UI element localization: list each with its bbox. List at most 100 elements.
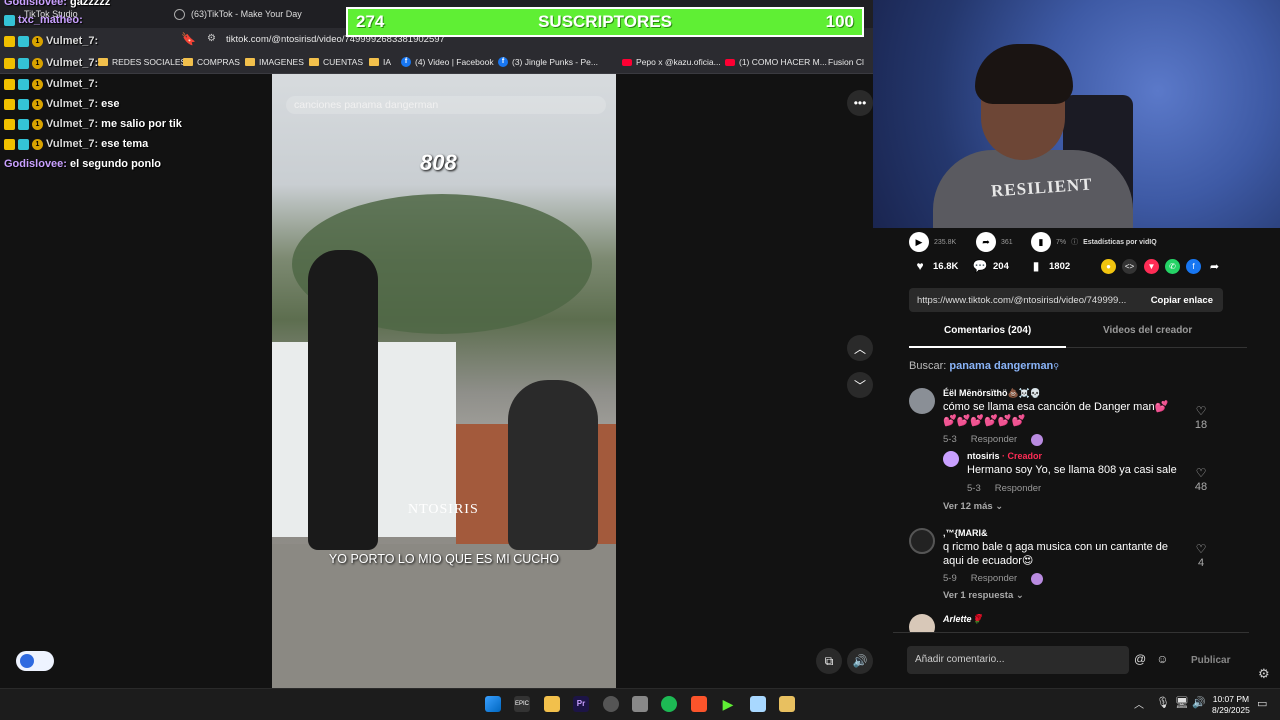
bookmark-cuentas[interactable]: CUENTAS [309,57,363,67]
comment-author[interactable]: Éël Mēnörsïthö💩☠️💀 [943,388,1041,399]
notepad-icon[interactable] [750,696,766,712]
heart-icon: ♥ [916,259,924,273]
avatar[interactable] [909,528,935,554]
whatsapp-icon[interactable]: ✆ [1165,259,1180,274]
more-options-button[interactable]: ••• [847,90,873,116]
comment-author[interactable]: ntosiris · Creador [967,451,1042,461]
extension-toggle[interactable] [16,651,54,671]
avatar[interactable] [909,614,935,632]
video-person-sitting [508,380,598,550]
site-info-icon[interactable]: ⚙ [207,33,216,44]
like-button[interactable]: ♥ 16.8K [913,259,958,273]
coin-icon[interactable]: ● [1101,259,1116,274]
comment-author[interactable]: ,™{MARI& [943,528,988,538]
volume-icon[interactable]: 🔊 [1192,696,1206,709]
file-explorer-icon[interactable] [544,696,560,712]
obs-icon[interactable] [603,696,619,712]
publish-button[interactable]: Publicar [1191,655,1230,666]
avatar[interactable] [943,451,959,467]
chat-message: 1 Vulmet_7: [4,32,98,50]
mention-icon[interactable]: @ [1134,652,1146,666]
emoji-icon[interactable]: ☺ [1156,652,1168,666]
bookmark-pepo[interactable]: Pepo x @kazu.oficia... [622,57,721,67]
chat-message: Godislovee: el segundo ponlo [4,158,162,170]
facebook-share-icon[interactable]: f [1186,259,1201,274]
bookmark-imagenes[interactable]: IMAGENES [245,57,304,67]
previous-video-button[interactable]: ︿ [847,335,873,361]
video-link[interactable]: https://www.tiktok.com/@ntosirisd/video/… [917,295,1126,306]
chart-icon[interactable]: ▮ [1031,232,1051,252]
bookmark-fusion[interactable]: Fusion Cl [828,57,864,67]
video-details-panel: ▶ 235.8K ➦ 361 ▮ 7% ⓘ Estadísticas por vidIQ … [893,228,1249,632]
avatar[interactable] [909,388,935,414]
comment-like-button[interactable]: ♡ [1189,542,1213,556]
webcam-overlay: RESILIENT [873,0,1280,228]
comment-like-button[interactable]: ♡ [1189,404,1213,418]
comment-meta: 5-3 Responder [943,434,1044,446]
next-video-button[interactable]: ﹀ [847,372,873,398]
youtube-icon [622,58,632,66]
badge-icon [18,57,29,69]
bookmark-compras[interactable]: COMPRAS [183,57,240,67]
save-button[interactable]: ▮ 1802 [1029,259,1070,273]
comment-bar-divider [893,632,1249,633]
app-icon[interactable] [779,696,795,712]
badge-icon [4,14,15,26]
play-icon[interactable]: ▶ [909,232,929,252]
subscriber-count: 274 [356,12,385,31]
embed-icon[interactable]: <> [1122,259,1137,274]
premiere-icon[interactable]: Pr [573,696,589,712]
spotify-icon[interactable] [661,696,677,712]
bookmark-ia[interactable]: IA [369,57,391,67]
bookmark-facebook-video[interactable]: f (4) Video | Facebook [401,57,494,67]
comment-input[interactable]: Añadir comentario... [907,646,1129,674]
clock[interactable]: 10:07 PM 8/29/2025 [1212,694,1250,716]
view-replies[interactable]: Ver 1 respuesta ⌄ [943,590,1024,601]
share-arrow-icon[interactable]: ➦ [976,232,996,252]
send-icon[interactable]: ▼ [1144,259,1159,274]
chevron-up-icon[interactable]: ︿ [1134,696,1144,711]
level-badge-icon: 1 [32,118,43,130]
media-player-icon[interactable]: ▶ [720,696,736,712]
bookmark-redes-sociales[interactable]: REDES SOCIALES [98,57,186,67]
microphone-icon[interactable]: 🎙 [1156,696,1170,709]
crown-badge-icon [4,35,15,47]
volume-button[interactable]: 🔊 [847,648,873,674]
bookmark-icon[interactable]: 🔖 [181,32,196,46]
windows-start-icon[interactable] [485,696,501,712]
comment-author[interactable]: Arlette🌹 [943,614,983,625]
settings-gear-icon[interactable]: ⚙ [1258,666,1270,682]
comments-button[interactable]: 💬 204 [973,259,1009,273]
copy-link-button[interactable]: Copiar enlace [1151,295,1213,306]
creator-badge: · Creador [1002,451,1043,461]
comment-like-button[interactable]: ♡ [1189,466,1213,480]
video-search-suggestion[interactable]: canciones panama dangerman [286,96,606,114]
epic-games-icon[interactable]: EPIC [514,696,530,712]
bookmark-jingle-punks[interactable]: f (3) Jingle Punks - Pe... [498,57,598,67]
search-suggestion[interactable]: Buscar: panama dangerman⚲ [909,360,1059,372]
video-player[interactable]: canciones panama dangerman 808 NTOSIRIS … [272,74,616,688]
comment-input-tools: @ ☺ [1134,652,1168,666]
tab-tiktok[interactable]: (63)TikTok - Make Your Day [174,4,302,24]
comment-item: Éël Mēnörsïthö💩☠️💀 cómo se llama esa can… [909,388,1239,448]
picture-in-picture-button[interactable]: ⧉ [816,648,842,674]
network-icon[interactable]: 🖥 [1175,696,1189,709]
notification-icon[interactable]: ▭ [1257,697,1267,710]
folder-icon [183,58,193,66]
reply-button[interactable]: Responder [995,483,1041,494]
reply-item: ntosiris · Creador Hermano soy Yo, se ll… [943,451,1239,501]
chat-message: 1 Vulmet_7: me salio por tik [4,115,182,133]
reply-button[interactable]: Responder [971,573,1017,585]
view-more-replies[interactable]: Ver 12 más ⌄ [943,501,1003,512]
bookmark-como-hacer[interactable]: (1) COMO HACER M... [725,57,827,67]
reply-button[interactable]: Responder [971,434,1017,446]
video-watermark: NTOSIRIS [408,502,479,517]
badge-icon [18,138,29,150]
app-icon[interactable] [632,696,648,712]
crown-badge-icon [4,57,15,69]
tab-comments[interactable]: Comentarios (204) [944,325,1031,336]
share-more-icon[interactable]: ➦ [1207,259,1222,274]
tab-creator-videos[interactable]: Videos del creador [1103,325,1192,336]
subscriber-goal-banner: 274 SUSCRIPTORES 100 [346,7,864,37]
brave-icon[interactable] [691,696,707,712]
